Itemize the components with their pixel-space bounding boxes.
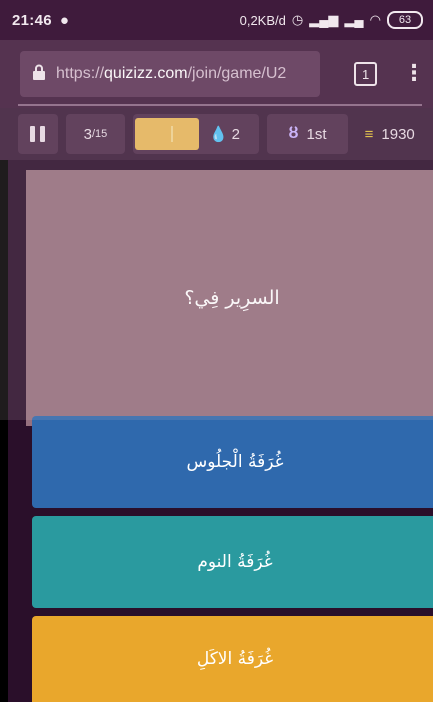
question-total: /15 (91, 128, 108, 140)
question-text: السرِير فِي؟ (184, 287, 280, 309)
wifi-icon: ◠ (369, 12, 381, 27)
coin-icon: ≡ (364, 125, 374, 143)
signal-secondary-icon: ▂▄ (344, 12, 364, 27)
answer-option-label: غُرَفَةُ الْجلُوس (186, 452, 284, 472)
address-bar[interactable]: https://quizizz.com/join/game/U2 (20, 51, 321, 97)
answer-option-1[interactable]: غُرَفَةُ الْجلُوس (32, 416, 433, 508)
flame-icon: 💧 (208, 126, 228, 143)
alarm-icon: ◷ (291, 12, 304, 27)
streak-count: 2 (231, 125, 240, 143)
answer-option-3[interactable]: غُرَفَةُ الاكَلِ (32, 616, 433, 702)
quiz-topbar: 3/15 💧 2 ȣ 1st ≡ 1930 (0, 108, 433, 160)
browser-toolbar: https://quizizz.com/join/game/U2 1 ⋮ (0, 40, 433, 108)
question-card: السرِير فِي؟ (26, 170, 433, 426)
question-current: 3 (83, 125, 92, 143)
streak-indicator: 💧 2 (132, 114, 259, 154)
answer-option-label: غُرَفَةُ الاكَلِ (196, 649, 274, 669)
score-indicator: ≡ 1930 (356, 114, 423, 154)
tabs-button[interactable]: 1 (354, 62, 377, 86)
battery-icon: 63 (387, 11, 423, 29)
overflow-menu-icon[interactable]: ⋮ (403, 63, 425, 85)
network-speed: 0,2KB/d (239, 12, 286, 28)
notification-icon: ● (59, 11, 69, 29)
rank-value: 1st (306, 125, 327, 143)
url-prefix: https:// (56, 65, 105, 82)
signal-icon: ▂▄▆ (309, 12, 339, 27)
trophy-icon: ȣ (288, 125, 299, 142)
answer-options: غُرَفَةُ الْجلُوس غُرَفَةُ النوم غُرَفَة… (32, 416, 433, 702)
status-bar: 21:46 ● 0,2KB/d ◷ ▂▄▆ ▂▄ ◠ 63 (0, 0, 433, 40)
question-counter: 3/15 (65, 114, 125, 154)
score-value: 1930 (381, 125, 415, 143)
page-load-divider (18, 104, 422, 106)
url-path: /join/game/U2 (187, 65, 287, 82)
streak-bar (134, 118, 199, 150)
answer-option-2[interactable]: غُرَفَةُ النوم (32, 516, 433, 608)
pause-icon (30, 126, 46, 142)
pause-button[interactable] (18, 114, 58, 154)
answer-option-label: غُرَفَةُ النوم (197, 552, 273, 572)
quiz-stage: السرِير فِي؟ غُرَفَةُ الْجلُوس غُرَفَةُ … (8, 160, 433, 702)
lock-icon (32, 64, 46, 85)
rank-indicator: ȣ 1st (266, 114, 349, 154)
status-time: 21:46 (12, 11, 52, 29)
url-domain: quizizz.com (104, 65, 188, 82)
